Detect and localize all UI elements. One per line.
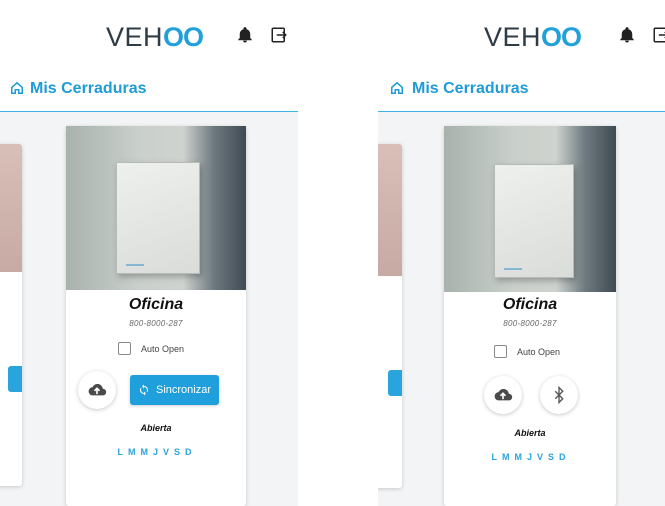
home-icon [10,81,24,95]
day-label: D [559,452,569,462]
day-label: D [185,447,195,457]
lock-serial: 800-8000-287 [503,319,557,328]
auto-open-checkbox[interactable] [494,345,507,358]
lock-photo [378,144,402,276]
top-app-bar: VEHOO [378,0,665,70]
cloud-upload-button[interactable] [484,376,522,414]
lock-photo [66,126,246,290]
cloud-upload-icon [88,383,107,396]
day-label: L [117,447,126,457]
day-label: S [174,447,184,457]
day-label: V [162,447,172,457]
lock-card-previous[interactable] [0,144,22,486]
day-label: M [140,447,151,457]
day-label: J [526,452,535,462]
lock-status: Abierta [514,428,546,438]
locks-list[interactable]: Oficina 800-8000-287 Auto Open Sincroniz… [0,112,298,506]
lock-name: Oficina [502,296,558,313]
sync-button-label: Sincronizar [156,384,212,396]
auto-open-checkbox[interactable] [118,342,131,355]
lock-serial: 800-8000-287 [129,319,183,328]
sync-button-partial[interactable] [388,370,402,396]
lock-device-image [494,164,574,278]
logout-icon[interactable] [652,26,665,44]
day-label: V [536,452,546,462]
day-label: S [548,452,558,462]
home-icon [390,81,404,95]
day-label: M [514,452,525,462]
bell-icon[interactable] [618,26,636,44]
sync-icon [139,384,149,396]
sync-button[interactable]: Sincronizar [130,375,220,405]
locks-list[interactable]: Oficina 800-8000-287 Auto Open Abierta L… [378,112,665,506]
lock-photo [444,126,616,292]
day-label: M [127,447,139,457]
phone-screen-right: VEHOO Mis Cerraduras Oficina 800-8000-28… [378,0,665,506]
auto-open-label: Auto Open [517,346,561,357]
top-app-bar: VEHOO [0,0,298,70]
page-title: Mis Cerraduras [30,80,147,97]
bluetooth-icon [554,386,564,404]
lock-card[interactable]: Oficina 800-8000-287 Auto Open Abierta L… [444,126,616,506]
auto-open-row[interactable]: Auto Open [118,342,184,355]
lock-card-previous[interactable] [378,144,402,488]
page-title-bar: Mis Cerraduras [378,68,665,112]
vehoo-logo: VEHOO [106,22,204,52]
day-label: L [491,452,500,462]
cloud-upload-icon [494,388,513,401]
phone-screen-left: VEHOO Mis Cerraduras Oficina 800-8000-28… [0,0,298,506]
sync-button-partial[interactable] [8,366,22,392]
day-label: M [501,452,513,462]
day-label: J [152,447,161,457]
bell-icon[interactable] [236,26,254,44]
lock-photo [0,144,22,272]
lock-card[interactable]: Oficina 800-8000-287 Auto Open Sincroniz… [66,126,246,506]
logout-icon[interactable] [270,26,288,44]
lock-name: Oficina [128,296,184,313]
page-title-bar: Mis Cerraduras [0,68,298,112]
bluetooth-button[interactable] [540,376,578,414]
page-title: Mis Cerraduras [412,80,529,97]
cloud-upload-button[interactable] [78,371,116,409]
vehoo-logo: VEHOO [484,22,582,52]
schedule-days: LMMJVSD [444,452,616,462]
lock-device-image [116,162,200,274]
schedule-days: LMMJVSD [66,447,246,457]
auto-open-label: Auto Open [141,343,185,354]
lock-status: Abierta [140,423,172,433]
auto-open-row[interactable]: Auto Open [494,345,560,358]
